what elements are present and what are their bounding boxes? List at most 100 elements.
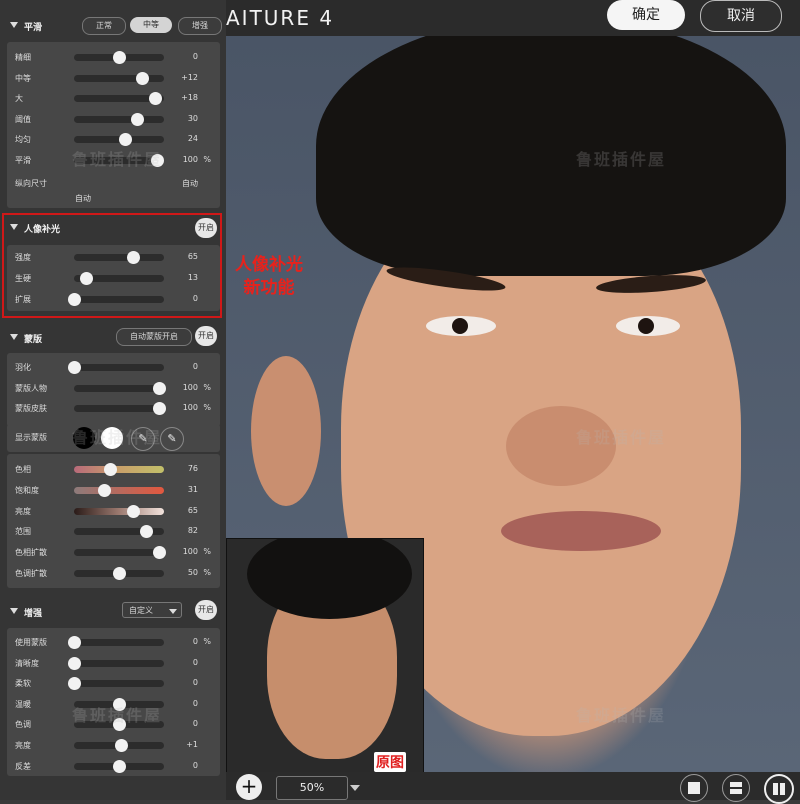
slider-value[interactable]: 0 xyxy=(193,719,198,728)
single-view-button[interactable] xyxy=(680,774,708,802)
slider-track[interactable] xyxy=(74,153,164,167)
slider-value[interactable]: 100 xyxy=(183,547,198,556)
slider-thumb[interactable] xyxy=(113,759,126,773)
eyedropper-remove-icon[interactable]: ✎ xyxy=(160,427,184,451)
slider-track[interactable] xyxy=(74,739,164,752)
slider-track[interactable] xyxy=(74,525,164,539)
slider-thumb[interactable] xyxy=(113,718,126,732)
slider-value[interactable]: 65 xyxy=(188,506,198,515)
slider-value[interactable]: 50 xyxy=(188,568,198,577)
slider-thumb[interactable] xyxy=(152,546,166,560)
slider-thumb[interactable] xyxy=(104,463,117,476)
enhance-preset-select[interactable]: 自定义 xyxy=(122,602,182,618)
portrait-size-auto[interactable]: 自动 xyxy=(75,193,91,204)
slider-value[interactable]: 0 xyxy=(193,678,198,687)
slider-value[interactable]: 31 xyxy=(188,485,198,494)
slider-row: 大 +18 xyxy=(7,88,220,109)
slider-track[interactable] xyxy=(74,697,164,711)
slider-thumb[interactable] xyxy=(113,697,126,711)
slider-thumb[interactable] xyxy=(68,677,81,691)
collapse-triangle-icon[interactable] xyxy=(10,334,18,340)
slider-value[interactable]: 100 xyxy=(183,403,198,412)
slider-track[interactable] xyxy=(68,656,164,670)
slider-thumb[interactable] xyxy=(152,381,166,395)
slider-value[interactable]: 100 xyxy=(183,383,198,392)
slider-thumb[interactable] xyxy=(114,739,128,752)
slider-value[interactable]: +18 xyxy=(181,93,198,102)
mode-normal-button[interactable]: 正常 xyxy=(82,17,126,35)
slider-track[interactable] xyxy=(68,361,164,374)
slider-thumb[interactable] xyxy=(140,525,153,539)
collapse-triangle-icon[interactable] xyxy=(10,22,18,28)
slider-value[interactable]: 0 xyxy=(193,637,198,646)
mode-medium-button[interactable]: 中等 xyxy=(130,17,172,33)
slider-thumb[interactable] xyxy=(68,361,81,374)
portrait-size-value[interactable]: 自动 xyxy=(182,178,198,189)
cancel-button[interactable]: 取消 xyxy=(700,0,782,32)
chevron-down-icon[interactable] xyxy=(350,785,360,791)
slider-label: 阈值 xyxy=(15,114,31,124)
split-horizontal-button[interactable] xyxy=(722,774,750,802)
mask-color-settings-box: 色相 76 饱和度 31 亮度 65 范围 82 色相扩散 100% 色调扩散 50% xyxy=(7,454,220,588)
confirm-button[interactable]: 确定 xyxy=(607,0,685,30)
slider-thumb[interactable] xyxy=(68,636,81,649)
slider-value[interactable]: 82 xyxy=(188,526,198,535)
enhance-section-header[interactable]: 增强 自定义 开启 xyxy=(0,600,226,624)
slider-track[interactable] xyxy=(74,759,164,773)
slider-value[interactable]: 30 xyxy=(188,114,198,123)
mode-strong-button[interactable]: 增强 xyxy=(178,17,222,35)
slider-value[interactable]: 0 xyxy=(193,52,198,61)
zoom-in-button[interactable]: + xyxy=(236,774,262,800)
slider-thumb[interactable] xyxy=(97,483,111,497)
smooth-section-header[interactable]: 平滑 正常 中等 增强 xyxy=(0,14,226,38)
slider-row: 温暖 0 xyxy=(7,694,220,715)
slider-row: 饱和度 31 xyxy=(7,480,220,501)
slider-track[interactable] xyxy=(74,504,164,518)
slider-value[interactable]: 76 xyxy=(188,464,198,473)
slider-thumb[interactable] xyxy=(131,112,144,126)
slider-value[interactable]: 0 xyxy=(193,761,198,770)
slider-track[interactable] xyxy=(74,718,164,732)
slider-track[interactable] xyxy=(74,546,166,560)
slider-thumb[interactable] xyxy=(149,92,162,105)
slider-thumb[interactable] xyxy=(119,133,133,146)
slider-thumb[interactable] xyxy=(113,51,126,64)
mask-black-swatch[interactable] xyxy=(73,427,95,449)
slider-thumb[interactable] xyxy=(68,656,81,670)
slider-thumb[interactable] xyxy=(126,504,140,518)
slider-track[interactable] xyxy=(74,92,164,105)
slider-track[interactable] xyxy=(68,677,164,691)
collapse-triangle-icon[interactable] xyxy=(10,608,18,614)
mask-white-swatch[interactable] xyxy=(101,427,123,449)
slider-thumb[interactable] xyxy=(152,402,166,415)
slider-value[interactable]: 0 xyxy=(193,699,198,708)
slider-label: 柔软 xyxy=(15,679,31,689)
slider-value[interactable]: 100 xyxy=(183,155,198,164)
slider-thumb[interactable] xyxy=(136,71,150,85)
slider-value[interactable]: 24 xyxy=(188,134,198,143)
zoom-select[interactable]: 50% xyxy=(276,776,348,800)
mask-toggle[interactable]: 开启 xyxy=(195,326,217,346)
slider-track[interactable] xyxy=(74,51,164,64)
slider-value[interactable]: +12 xyxy=(181,73,198,82)
slider-thumb[interactable] xyxy=(113,567,126,580)
slider-track[interactable] xyxy=(74,381,166,395)
slider-track[interactable] xyxy=(74,112,164,126)
slider-value[interactable]: +1 xyxy=(186,740,198,749)
slider-value[interactable]: 0 xyxy=(193,658,198,667)
slider-track[interactable] xyxy=(74,483,164,497)
slider-row: 色调扩散 50% xyxy=(7,563,220,584)
slider-track[interactable] xyxy=(74,71,164,85)
eyedropper-add-icon[interactable]: ✎ xyxy=(131,427,155,451)
slider-track[interactable] xyxy=(74,402,166,415)
mask-section-header[interactable]: 蒙版 自动蒙版开启 开启 xyxy=(0,326,226,350)
slider-track[interactable] xyxy=(74,463,164,476)
slider-thumb[interactable] xyxy=(150,153,164,167)
slider-track[interactable] xyxy=(74,133,164,146)
slider-track[interactable] xyxy=(74,567,164,580)
slider-track[interactable] xyxy=(68,636,164,649)
preview-image[interactable]: 鲁班插件屋 鲁班插件屋 鲁班插件屋 原图 xyxy=(226,36,800,772)
auto-mask-button[interactable]: 自动蒙版开启 xyxy=(116,328,192,346)
enhance-toggle[interactable]: 开启 xyxy=(195,600,217,620)
slider-value[interactable]: 0 xyxy=(193,362,198,371)
